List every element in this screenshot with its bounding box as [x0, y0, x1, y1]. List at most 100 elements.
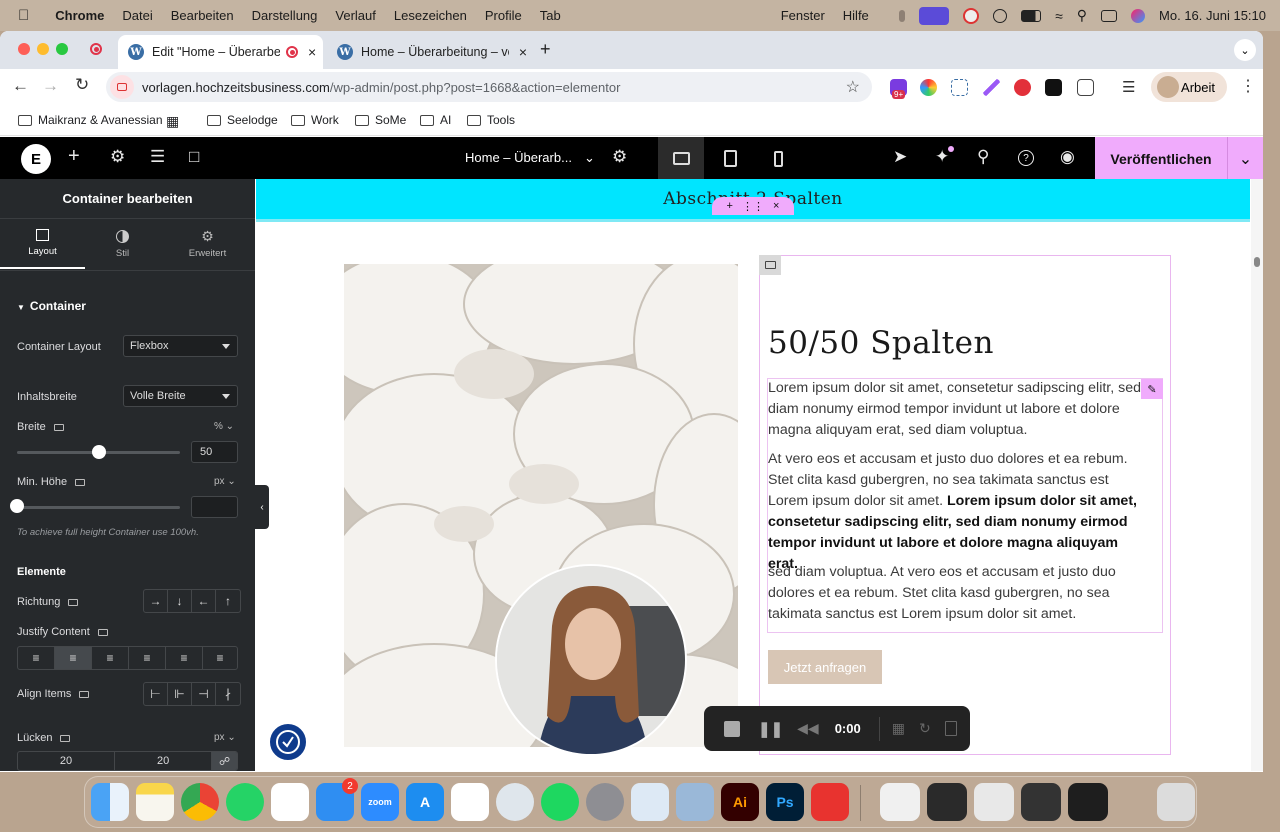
page-settings-icon[interactable]: ⚙	[612, 147, 627, 167]
section-toggle-container[interactable]: ▼ Container	[17, 299, 86, 313]
gap-row-input[interactable]: 20	[115, 752, 213, 770]
grid-icon[interactable]: ▦	[892, 720, 905, 737]
justify-center-button[interactable]: ≡	[55, 647, 92, 669]
gaps-unit-select[interactable]: px ⌄	[214, 732, 236, 743]
width-slider-handle[interactable]	[91, 445, 106, 459]
structure-layers-icon[interactable]: ☰	[150, 147, 165, 167]
min-height-input[interactable]	[191, 496, 238, 518]
chrome-menu-icon[interactable]: ⋮	[1240, 76, 1256, 96]
menu-darstellung[interactable]: Darstellung	[252, 8, 318, 23]
justify-end-button[interactable]: ≡	[92, 647, 129, 669]
tab-search-button[interactable]: ⌄	[1234, 39, 1256, 61]
container-layout-select[interactable]: Flexbox	[123, 335, 238, 357]
rocket-icon[interactable]: ➤	[893, 147, 907, 167]
help-icon[interactable]: ?	[1018, 150, 1034, 166]
extensions-puzzle-icon[interactable]	[1077, 79, 1094, 96]
comments-icon[interactable]: □	[189, 147, 199, 167]
justify-space-evenly-button[interactable]: ≡	[203, 647, 237, 669]
bookmark-some[interactable]: SoMe	[355, 113, 406, 127]
dock-finder-icon[interactable]	[91, 783, 129, 821]
profile-button[interactable]: Arbeit	[1151, 72, 1227, 102]
apple-icon[interactable]: 	[18, 7, 29, 24]
tab-home-preview[interactable]: W Home – Überarbeitung – vorl ×	[327, 35, 527, 69]
minimize-window-button[interactable]	[37, 43, 49, 55]
cta-button[interactable]: Jetzt anfragen	[768, 650, 882, 684]
dock-window-thumbnail[interactable]	[974, 783, 1014, 821]
menu-chrome[interactable]: Chrome	[55, 8, 104, 23]
align-start-button[interactable]: ⊢	[144, 683, 168, 705]
close-tab-icon[interactable]: ×	[519, 44, 527, 60]
restart-icon[interactable]: ↻	[919, 720, 931, 737]
justify-start-button[interactable]: ≡	[18, 647, 55, 669]
dock-notes-icon[interactable]	[136, 783, 174, 821]
drag-handle-icon[interactable]: ⋮⋮	[742, 200, 764, 213]
min-height-unit-select[interactable]: px ⌄	[214, 476, 236, 487]
forward-icon[interactable]: →	[42, 76, 59, 96]
dock-photoshop-icon[interactable]: Ps	[766, 783, 804, 821]
responsive-desktop-icon[interactable]	[75, 478, 86, 486]
siri-icon[interactable]	[1131, 8, 1146, 23]
responsive-desktop-icon[interactable]	[68, 598, 79, 606]
reading-list-icon[interactable]: ☰	[1122, 78, 1135, 96]
align-center-button[interactable]: ⊩	[168, 683, 192, 705]
dock-window-thumbnail[interactable]	[1068, 783, 1108, 821]
dock-window-thumbnail[interactable]	[1021, 783, 1061, 821]
collapse-panel-chevron-icon[interactable]: ‹	[255, 485, 269, 529]
trash-icon[interactable]	[944, 721, 957, 736]
bookmark-ai[interactable]: AI	[420, 113, 451, 127]
dock-preview-icon[interactable]	[676, 783, 714, 821]
content-width-select[interactable]: Volle Breite	[123, 385, 238, 407]
bookmark-work[interactable]: Work	[291, 113, 339, 127]
extension-font-icon[interactable]	[951, 79, 968, 96]
dock-creative-cloud-icon[interactable]	[811, 783, 849, 821]
gap-column-input[interactable]: 20	[18, 752, 116, 770]
screen-share-icon[interactable]	[919, 6, 950, 25]
link-values-icon[interactable]: ☍	[212, 752, 237, 770]
dock-spotify-icon[interactable]	[541, 783, 579, 821]
accessibility-icon[interactable]	[268, 722, 308, 762]
container-handle-icon[interactable]	[759, 255, 781, 275]
adblock-icon[interactable]	[1014, 79, 1031, 96]
reload-icon[interactable]: ↻	[75, 75, 89, 95]
rewind-button[interactable]: ◀◀	[797, 720, 819, 737]
close-tab-icon[interactable]: ×	[308, 44, 316, 60]
bookmark-tools[interactable]: Tools	[467, 113, 515, 127]
tab-layout[interactable]: Layout	[0, 219, 85, 269]
tab-style[interactable]: Stil	[80, 219, 165, 269]
control-center-icon[interactable]	[1101, 9, 1118, 22]
dock-illustrator-icon[interactable]: Ai	[721, 783, 759, 821]
width-unit-select[interactable]: % ⌄	[214, 421, 234, 432]
column-heading[interactable]: 50/50 Spalten	[768, 325, 994, 361]
pause-button[interactable]: ❚❚	[758, 720, 783, 738]
record-status-icon[interactable]	[963, 7, 980, 24]
tab-advanced[interactable]: ⚙ Erweitert	[165, 219, 250, 269]
dock-slack-icon[interactable]	[271, 783, 309, 821]
menubar-clock[interactable]: Mo. 16. Juni 15:10	[1159, 8, 1266, 23]
scrollbar-thumb[interactable]	[1254, 257, 1260, 267]
page-title-dropdown[interactable]: Home – Überarb... ⌄	[465, 150, 595, 166]
extension-color-icon[interactable]	[920, 79, 937, 96]
dock-window-thumbnail[interactable]	[927, 783, 967, 821]
dock-system-settings-icon[interactable]	[586, 783, 624, 821]
menu-hilfe[interactable]: Hilfe	[843, 8, 869, 23]
spotlight-search-icon[interactable]: ⚲	[1077, 7, 1087, 24]
wifi-icon[interactable]: ≈	[1055, 8, 1063, 24]
elementor-logo-icon[interactable]: E	[21, 144, 51, 174]
preview-eye-icon[interactable]: ◉	[1060, 147, 1075, 167]
menu-fenster[interactable]: Fenster	[781, 8, 825, 23]
width-input[interactable]: 50	[191, 441, 238, 463]
address-bar[interactable]: vorlagen.hochzeitsbusiness.com /wp-admin…	[106, 72, 872, 102]
webcam-bubble[interactable]	[495, 564, 687, 756]
apps-grid-icon[interactable]: ▦	[166, 113, 179, 130]
add-element-icon[interactable]: +	[68, 145, 80, 168]
close-icon[interactable]: ×	[773, 200, 779, 212]
site-recording-icon[interactable]	[110, 75, 134, 99]
direction-column-button[interactable]: ↓	[168, 590, 192, 612]
align-stretch-button[interactable]: ∤	[216, 683, 240, 705]
play-icon[interactable]	[993, 8, 1008, 23]
menu-lesezeichen[interactable]: Lesezeichen	[394, 8, 467, 23]
stop-button[interactable]	[724, 720, 740, 737]
responsive-desktop-icon[interactable]	[53, 423, 64, 431]
min-height-slider-track[interactable]	[17, 506, 180, 509]
battery-icon[interactable]	[1021, 9, 1042, 22]
